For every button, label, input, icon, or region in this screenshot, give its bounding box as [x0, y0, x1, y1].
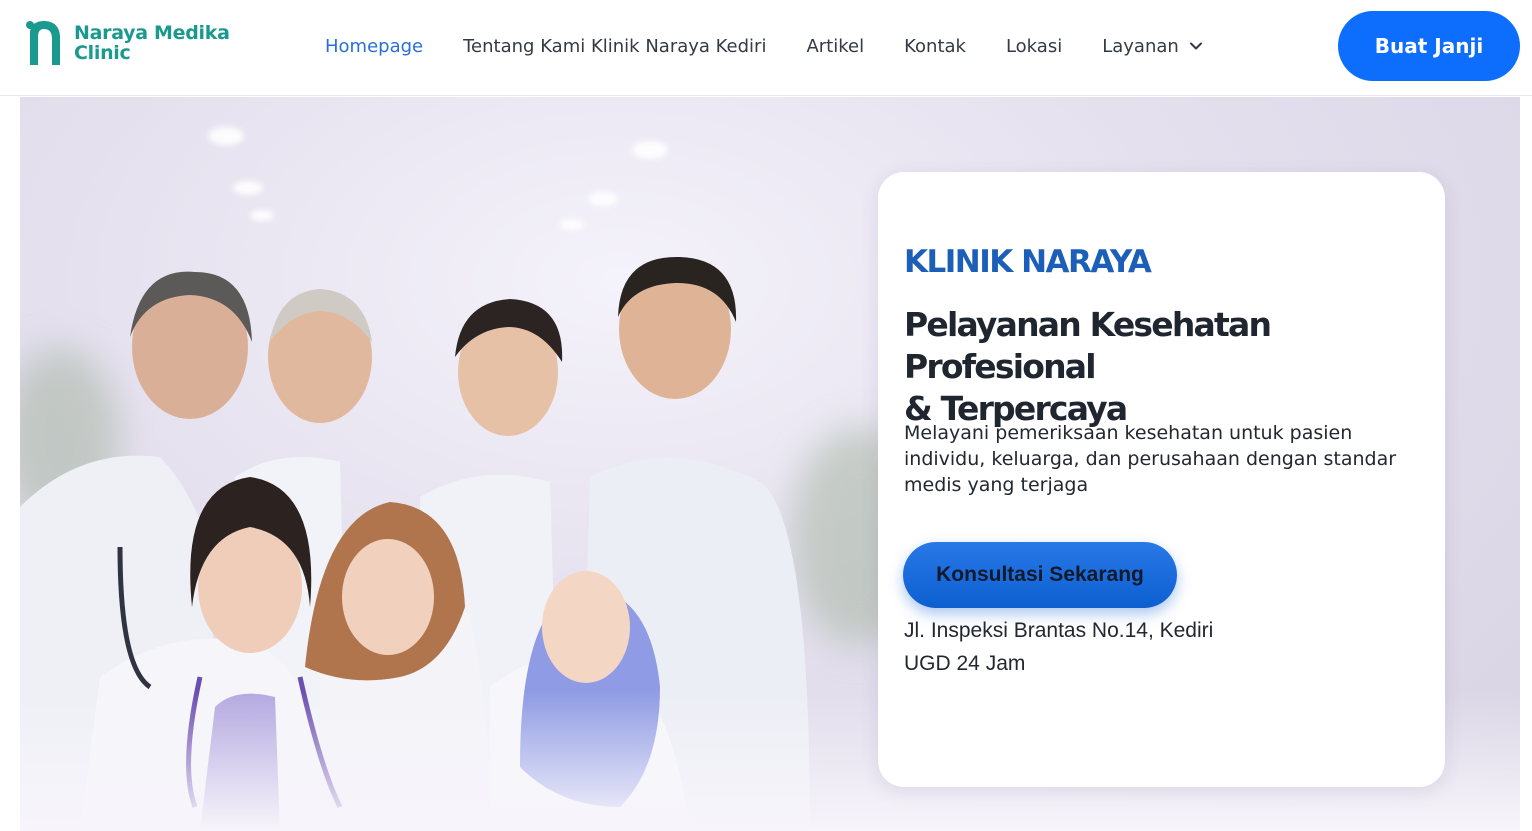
clinic-address: Jl. Inspeksi Brantas No.14, Kediri [904, 619, 1214, 642]
nav-tentang-kami[interactable]: Tentang Kami Klinik Naraya Kediri [463, 36, 766, 57]
buat-janji-button[interactable]: Buat Janji [1338, 11, 1520, 81]
nav-kontak[interactable]: Kontak [904, 36, 966, 57]
brand-name: Naraya Medika Clinic [74, 23, 230, 63]
chevron-down-icon [1189, 42, 1202, 50]
nav-homepage[interactable]: Homepage [325, 36, 423, 57]
clinic-hours: UGD 24 Jam [904, 652, 1026, 675]
hero-eyebrow: KLINIK NARAYA [904, 244, 1152, 280]
brand-name-line1: Naraya Medika [74, 22, 230, 44]
site-header: Naraya Medika Clinic Homepage Tentang Ka… [0, 0, 1532, 96]
ceiling-light [233, 181, 263, 195]
nav-layanan-label: Layanan [1102, 35, 1179, 57]
konsultasi-sekarang-button[interactable]: Konsultasi Sekarang [903, 542, 1177, 608]
brand-name-line2: Clinic [74, 42, 131, 64]
hero-headline: Pelayanan Kesehatan Profesional & Terper… [904, 304, 1444, 430]
ceiling-light [632, 141, 668, 159]
nav-artikel[interactable]: Artikel [806, 36, 864, 57]
ceiling-light [250, 210, 274, 221]
hero-headline-line1: Pelayanan Kesehatan Profesional [904, 305, 1272, 386]
main-nav: Homepage Tentang Kami Klinik Naraya Kedi… [325, 0, 1203, 92]
nav-layanan-dropdown[interactable]: Layanan [1102, 36, 1203, 57]
hero-info-card: KLINIK NARAYA Pelayanan Kesehatan Profes… [878, 172, 1445, 787]
logo-icon [26, 21, 60, 65]
hero-description: Melayani pemeriksaan kesehatan untuk pas… [904, 422, 1397, 496]
ceiling-light [560, 219, 584, 230]
ceiling-light [588, 192, 618, 206]
nav-lokasi[interactable]: Lokasi [1006, 36, 1062, 57]
ceiling-light [208, 127, 244, 145]
brand-logo[interactable]: Naraya Medika Clinic [24, 18, 230, 68]
